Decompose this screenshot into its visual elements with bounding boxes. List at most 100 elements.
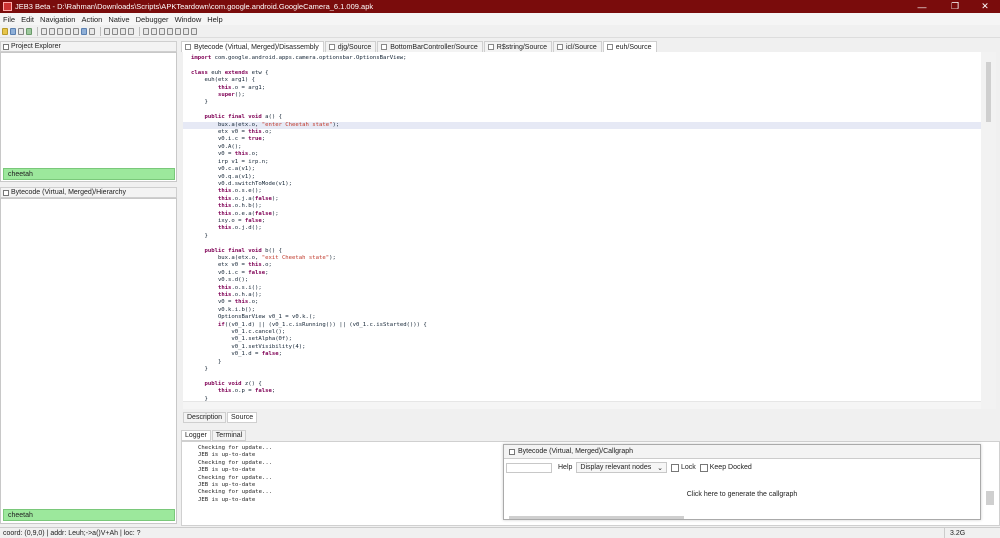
back-icon[interactable]: [65, 27, 71, 35]
code-line[interactable]: v0 = this.o;: [191, 299, 981, 306]
code-line[interactable]: euh(etx arg1) {: [191, 77, 981, 84]
code-line[interactable]: v0.A();: [191, 144, 981, 151]
code-line[interactable]: bux.a(etx.o, "enter Cheetah state");: [183, 121, 981, 130]
save-icon[interactable]: [10, 27, 16, 35]
hierarchy-filter-input[interactable]: cheetah: [3, 509, 175, 521]
scroll-thumb[interactable]: [986, 62, 991, 122]
stop-icon[interactable]: [167, 27, 173, 35]
console-scroll-thumb[interactable]: [986, 491, 994, 505]
step-into-icon[interactable]: [183, 27, 189, 35]
tab-rstring-source[interactable]: R$string/Source: [483, 41, 552, 52]
callgraph-header[interactable]: Bytecode (Virtual, Merged)/Callgraph: [504, 445, 980, 459]
menu-edit[interactable]: Edit: [21, 15, 34, 24]
run-icon[interactable]: [151, 27, 157, 35]
code-line[interactable]: this.o.j.a(false);: [191, 196, 981, 203]
tab-logger[interactable]: Logger: [181, 430, 211, 441]
find-icon[interactable]: [89, 27, 95, 35]
code-line[interactable]: ixy.o = false;: [191, 218, 981, 225]
code-line[interactable]: v0.q.a(v1);: [191, 174, 981, 181]
code-line[interactable]: this.o = arg1;: [191, 85, 981, 92]
code-line[interactable]: }: [191, 359, 981, 366]
code-line[interactable]: v0.s.d();: [191, 277, 981, 284]
code-line[interactable]: public final void b() {: [191, 248, 981, 255]
comment-icon[interactable]: [112, 27, 118, 35]
tab-djg-source[interactable]: djg/Source: [324, 41, 377, 52]
code-line[interactable]: }: [191, 99, 981, 106]
code-line[interactable]: etx v0 = this.o;: [191, 129, 981, 136]
tab-bottombarcontroller-source[interactable]: BottomBarController/Source: [377, 41, 483, 52]
code-line[interactable]: public void z() {: [191, 381, 981, 388]
menu-help[interactable]: Help: [207, 15, 222, 24]
step-over-icon[interactable]: [175, 27, 181, 35]
code-line[interactable]: OptionsBarView v0_1 = v0.k.(;: [191, 314, 981, 321]
code-line[interactable]: irp v1 = irp.n;: [191, 159, 981, 166]
keep-docked-checkbox[interactable]: [699, 463, 708, 472]
code-line[interactable]: v0.i.c = true;: [191, 136, 981, 143]
menu-native[interactable]: Native: [108, 15, 129, 24]
generate-callgraph-link[interactable]: Click here to generate the callgraph: [687, 491, 798, 498]
callgraph-search-input[interactable]: [506, 462, 552, 473]
code-line[interactable]: if((v0_1.d) || (v0_1.c.isRunning()) || (…: [191, 322, 981, 329]
project-filter-input[interactable]: cheetah: [3, 168, 175, 180]
debug-icon[interactable]: [143, 27, 149, 35]
close-project-icon[interactable]: [18, 27, 24, 35]
code-line[interactable]: [191, 62, 981, 69]
code-line[interactable]: v0.c.a(v1);: [191, 166, 981, 173]
menu-action[interactable]: Action: [81, 15, 102, 24]
project-explorer-header[interactable]: Project Explorer: [0, 41, 177, 52]
code-line[interactable]: this.o.h.b();: [191, 203, 981, 210]
refresh-icon[interactable]: [81, 27, 87, 35]
xref-icon[interactable]: [120, 27, 126, 35]
code-line[interactable]: [191, 240, 981, 247]
menu-file[interactable]: File: [3, 15, 15, 24]
pause-icon[interactable]: [159, 27, 165, 35]
lock-checkbox[interactable]: [670, 463, 679, 472]
code-line[interactable]: v0_1.c.cancel();: [191, 329, 981, 336]
code-line[interactable]: this.o.s.e();: [191, 188, 981, 195]
code-line[interactable]: v0_1.setVisibility(4);: [191, 344, 981, 351]
tab-euh-source[interactable]: euh/Source: [602, 41, 657, 52]
code-line[interactable]: v0.i.c = false;: [191, 270, 981, 277]
minimize-button[interactable]: —: [907, 0, 937, 13]
code-line[interactable]: this.o.s.i();: [191, 285, 981, 292]
code-line[interactable]: class euh extends etw {: [191, 70, 981, 77]
menu-debugger[interactable]: Debugger: [136, 15, 169, 24]
scroll-thumb[interactable]: [509, 516, 684, 519]
tab-terminal[interactable]: Terminal: [211, 430, 247, 441]
project-explorer-tree[interactable]: [0, 52, 177, 182]
callgraph-canvas[interactable]: Click here to generate the callgraph: [504, 476, 980, 512]
source-code[interactable]: import com.google.android.apps.camera.op…: [183, 55, 981, 401]
tab-source[interactable]: Source: [227, 412, 258, 423]
hierarchy-header[interactable]: Bytecode (Virtual, Merged)/Hierarchy: [0, 187, 177, 198]
code-line[interactable]: v0 = this.o;: [191, 151, 981, 158]
forward-icon[interactable]: [73, 27, 79, 35]
editor-vertical-scrollbar[interactable]: [981, 52, 996, 409]
code-editor[interactable]: import com.google.android.apps.camera.op…: [183, 52, 981, 401]
code-line[interactable]: public final void a() {: [191, 114, 981, 121]
code-line[interactable]: import com.google.android.apps.camera.op…: [191, 55, 981, 62]
code-line[interactable]: [191, 373, 981, 380]
code-line[interactable]: this.o.j.d();: [191, 225, 981, 232]
code-line[interactable]: v0.d.switchToMode(v1);: [191, 181, 981, 188]
help-link[interactable]: Help: [558, 464, 572, 471]
tab-icl-source[interactable]: icl/Source: [552, 41, 602, 52]
new-icon[interactable]: [26, 27, 32, 35]
properties-icon[interactable]: [41, 27, 47, 35]
menu-window[interactable]: Window: [175, 15, 202, 24]
paste-icon[interactable]: [57, 27, 63, 35]
display-nodes-select[interactable]: Display relevant nodes ⌄: [576, 462, 667, 473]
code-line[interactable]: bux.a(etx.o, "exit Cheetah state");: [191, 255, 981, 262]
code-line[interactable]: etx v0 = this.o;: [191, 262, 981, 269]
rename-icon[interactable]: [104, 27, 110, 35]
code-line[interactable]: [191, 107, 981, 114]
code-line[interactable]: v0_1.setAlpha(0f);: [191, 336, 981, 343]
code-line[interactable]: v0.k.i.b();: [191, 307, 981, 314]
maximize-button[interactable]: ❐: [940, 0, 970, 13]
open-icon[interactable]: [2, 27, 8, 35]
step-out-icon[interactable]: [191, 27, 197, 35]
code-line[interactable]: this.o.e.a(false);: [191, 211, 981, 218]
decompile-icon[interactable]: [128, 27, 134, 35]
code-line[interactable]: super();: [191, 92, 981, 99]
close-button[interactable]: ✕: [970, 0, 1000, 13]
hierarchy-tree[interactable]: [0, 198, 177, 524]
